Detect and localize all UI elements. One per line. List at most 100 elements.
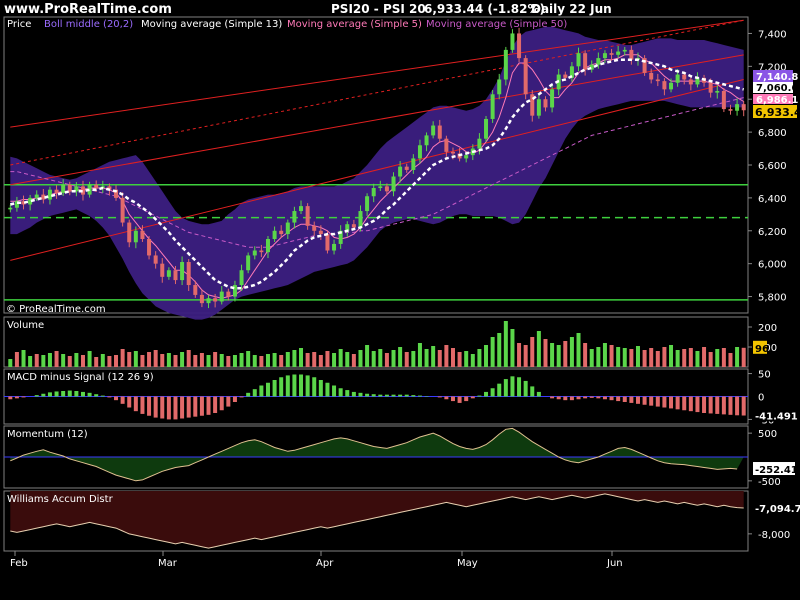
volume-bar — [635, 346, 640, 367]
macd-bar — [332, 385, 337, 397]
volume-bar — [609, 345, 614, 367]
volume-bar — [14, 352, 19, 367]
macd-bar — [259, 385, 264, 397]
macd-bar — [292, 374, 297, 397]
williams-fill — [10, 491, 744, 549]
candle-body — [54, 189, 59, 193]
macd-bar — [530, 386, 535, 397]
volume-bar — [80, 355, 85, 367]
volume-bar — [477, 349, 482, 367]
volume-bar — [94, 357, 99, 367]
bollinger-band — [10, 26, 744, 320]
volume-bar — [127, 352, 132, 367]
candle-body — [715, 91, 720, 93]
candle-body — [193, 285, 198, 295]
candle-body — [305, 206, 310, 226]
candle-body — [563, 74, 568, 78]
date-label: May — [457, 558, 478, 569]
volume-bar — [404, 352, 409, 367]
current-badge-macd: -41.491 — [755, 412, 798, 423]
volume-bar — [193, 355, 198, 367]
candle-body — [365, 196, 370, 212]
macd-bar — [199, 396, 204, 416]
macd-bar — [305, 375, 310, 397]
macd-bar — [576, 396, 581, 400]
candle-body — [252, 250, 257, 256]
macd-bar — [523, 380, 528, 397]
volume-bar — [470, 354, 475, 367]
candle-body — [61, 184, 66, 193]
macd-bar — [127, 396, 132, 408]
candle-body — [153, 255, 158, 264]
volume-bar — [107, 356, 112, 367]
volume-bar — [629, 349, 634, 367]
volume-bar — [365, 345, 370, 367]
volume-bar — [708, 352, 713, 367]
macd-bar — [477, 395, 482, 397]
candle-body — [199, 294, 204, 304]
macd-bar — [741, 396, 746, 416]
macd-bar — [265, 382, 270, 397]
macd-bar — [682, 396, 687, 411]
candle-body — [160, 263, 165, 277]
macd-bar — [384, 394, 389, 397]
site-title[interactable]: www.ProRealTime.com — [4, 2, 172, 17]
candle-body — [94, 184, 99, 189]
chart-canvas: www.ProRealTime.com PSI20 - PSI 20 6,933… — [3, 2, 800, 569]
macd-zero-label: 0 — [758, 393, 764, 404]
macd-bar — [444, 396, 449, 400]
candle-body — [285, 222, 290, 235]
macd-bar — [629, 396, 634, 403]
legend-ma13: Moving average (Simple 13) — [141, 19, 282, 30]
macd-bar — [497, 383, 502, 397]
volume-bar — [147, 352, 152, 367]
candle-body — [583, 53, 588, 70]
candle-body — [299, 206, 304, 212]
candle-body — [510, 33, 515, 50]
macd-bar — [450, 396, 455, 402]
current-badge-momentum: -252.41 — [755, 465, 798, 476]
macd-bar — [61, 391, 66, 397]
volume-bar — [259, 356, 264, 367]
y-tick-label-volume: 200 — [758, 323, 777, 334]
volume-bar — [67, 356, 72, 367]
macd-bar — [688, 396, 693, 412]
volume-bar — [417, 343, 422, 367]
macd-bar — [669, 396, 674, 409]
volume-bar — [41, 355, 46, 367]
macd-bar — [536, 391, 541, 397]
candle-body — [378, 186, 383, 189]
panel-title-volume: Volume — [7, 320, 44, 331]
date-label: Feb — [10, 558, 28, 569]
candle-body — [371, 188, 376, 197]
volume-bar — [252, 355, 257, 367]
volume-bar — [444, 345, 449, 367]
y-tick-label-price: 6,400 — [758, 194, 787, 205]
volume-bar — [318, 355, 323, 367]
macd-bar — [87, 392, 92, 397]
candle-body — [622, 49, 627, 52]
macd-bar — [358, 392, 363, 397]
volume-bar — [457, 352, 462, 367]
volume-bar — [140, 355, 145, 367]
macd-bar — [133, 396, 138, 412]
candle-body — [669, 82, 674, 90]
panel-title-momentum: Momentum (12) — [7, 429, 88, 440]
volume-bar — [682, 349, 687, 367]
macd-bar — [728, 396, 733, 415]
candle-body — [517, 33, 522, 59]
panel-title-macd: MACD minus Signal (12 26 9) — [7, 372, 154, 383]
macd-bar — [186, 396, 191, 418]
candle-body — [655, 79, 660, 82]
candle-body — [536, 99, 541, 116]
macd-bar — [41, 393, 46, 397]
volume-bar — [655, 351, 660, 367]
y-tick-label-price: 7,400 — [758, 29, 787, 40]
y-tick-label-price: 6,800 — [758, 128, 787, 139]
legend-boll-middle: Boll middle (20,2) — [44, 19, 133, 30]
volume-bar — [523, 345, 528, 367]
volume-bar — [695, 351, 700, 367]
volume-bar — [160, 354, 165, 367]
macd-bar — [715, 396, 720, 414]
volume-bar — [431, 346, 436, 367]
